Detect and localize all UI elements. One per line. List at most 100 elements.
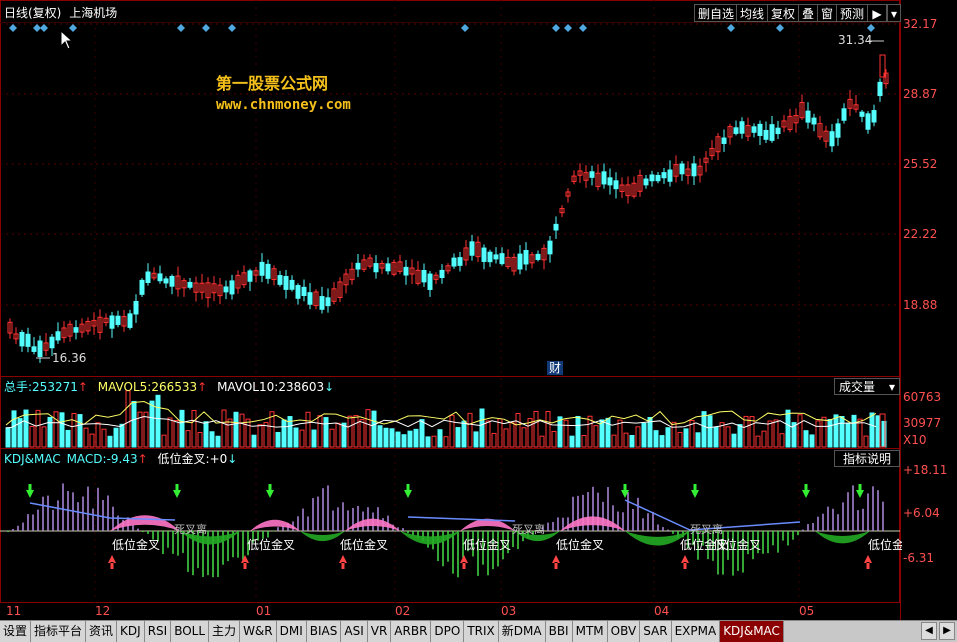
- time-tick: 12: [95, 604, 111, 618]
- indicator-tick: -6.31: [903, 551, 935, 565]
- volume-bar: [281, 419, 287, 448]
- volume-bar: [47, 416, 53, 448]
- tab-boll[interactable]: BOLL: [171, 621, 210, 642]
- candlestick: [775, 127, 781, 135]
- volume-bar: [299, 429, 305, 448]
- candlestick: [373, 263, 379, 273]
- volume-bar: [101, 428, 107, 448]
- candlestick: [481, 247, 487, 262]
- tab-dmi[interactable]: DMI: [276, 621, 307, 642]
- tab-bbi[interactable]: BBI: [545, 621, 573, 642]
- tab-sar[interactable]: SAR: [640, 621, 672, 642]
- scroll-left-icon[interactable]: ◀: [921, 622, 937, 640]
- overlay-button[interactable]: 叠: [798, 4, 819, 22]
- mavol5-value: 266533: [151, 380, 198, 394]
- event-marker-icon: [177, 24, 185, 32]
- tab-kdj[interactable]: KDJ: [117, 621, 145, 642]
- tab-news[interactable]: 资讯: [86, 621, 118, 642]
- volume-bar: [701, 411, 707, 448]
- chevron-down-icon: ▾: [888, 380, 895, 394]
- volume-bar: [443, 436, 449, 448]
- tab-settings[interactable]: 设置: [0, 621, 32, 642]
- ma-line-button[interactable]: 均线: [736, 4, 769, 22]
- fuquan-button[interactable]: 复权: [767, 4, 800, 22]
- candlestick: [547, 240, 553, 255]
- tab-mtm[interactable]: MTM: [572, 621, 608, 642]
- tab-kdj-mac[interactable]: KDJ&MAC: [720, 621, 784, 642]
- scroll-right-icon[interactable]: ▶: [939, 622, 955, 640]
- play-icon[interactable]: ▶: [867, 4, 887, 22]
- volume-bar: [311, 429, 317, 448]
- volume-bar: [209, 431, 215, 448]
- price-tick: 18.88: [903, 298, 938, 312]
- candlestick: [403, 266, 409, 276]
- tab-arbr[interactable]: ARBR: [391, 621, 432, 642]
- volume-tick: 60763: [903, 390, 942, 404]
- event-marker-icon: [202, 24, 210, 32]
- volume-bar: [317, 415, 323, 448]
- chart-title: 日线(复权) 上海机场: [4, 6, 117, 20]
- up-arrow-icon: ↑: [137, 452, 148, 466]
- price-tick: 25.52: [903, 157, 938, 171]
- news-marker[interactable]: 财: [547, 361, 564, 375]
- tab-dpo[interactable]: DPO: [431, 621, 465, 642]
- tab-asi[interactable]: ASI: [341, 621, 368, 642]
- volume-indicator-select[interactable]: 成交量 ▾: [834, 378, 900, 395]
- tab-new-dma[interactable]: 新DMA: [498, 621, 546, 642]
- volume-tick: 30977: [903, 416, 942, 430]
- death-cross-arrow-icon: [856, 484, 864, 498]
- volume-bar: [11, 410, 17, 448]
- volume-bar: [179, 409, 185, 448]
- chart-canvas[interactable]: [0, 0, 957, 620]
- forecast-button[interactable]: 预测: [836, 4, 869, 22]
- volume-bar: [803, 430, 809, 448]
- candlestick: [133, 300, 139, 315]
- death-cross-arrow-icon: [26, 484, 34, 498]
- price-tick: 28.87: [903, 87, 938, 101]
- volume-bar: [221, 409, 227, 448]
- candlestick: [265, 263, 271, 279]
- kdj-band: [815, 531, 870, 544]
- golden-cross-label: 低位金叉: [868, 538, 902, 552]
- volume-bar: [575, 415, 581, 448]
- candlestick: [769, 124, 775, 141]
- volume-bar: [89, 433, 95, 448]
- event-marker-icon: [579, 24, 587, 32]
- volume-bar: [59, 412, 65, 448]
- candlestick: [553, 223, 559, 231]
- tab-main-force[interactable]: 主力: [209, 621, 241, 642]
- candlestick: [289, 279, 295, 290]
- candlestick: [115, 315, 121, 326]
- candlestick: [163, 278, 169, 284]
- golden-cross-arrow-icon: [241, 555, 249, 569]
- tab-rsi[interactable]: RSI: [144, 621, 172, 642]
- volume-bar: [509, 422, 515, 448]
- volume-bar: [785, 409, 791, 448]
- volume-bar: [479, 408, 485, 448]
- volume-bar: [827, 419, 833, 448]
- candlestick: [865, 113, 871, 130]
- mavol5-label: MAVOL5:: [97, 380, 152, 394]
- tab-bias[interactable]: BIAS: [306, 621, 342, 642]
- volume-bar: [617, 419, 623, 448]
- tab-vr[interactable]: VR: [367, 621, 392, 642]
- tab-expma[interactable]: EXPMA: [671, 621, 721, 642]
- indicator-explain-button[interactable]: 指标说明: [834, 450, 900, 467]
- candlestick: [517, 253, 523, 270]
- volume-bar: [29, 425, 35, 448]
- volume-bar: [167, 417, 173, 448]
- tab-obv[interactable]: OBV: [607, 621, 641, 642]
- indicator-header: KDJ&MAC MACD:-9.43↑ 低位金叉:+0↓: [4, 452, 237, 466]
- volume-bar: [521, 427, 527, 448]
- indicator-tab-bar: 设置 指标平台 资讯 KDJ RSI BOLL 主力 W&R DMI BIAS …: [0, 620, 957, 642]
- tab-indicator-platform[interactable]: 指标平台: [31, 621, 87, 642]
- stock-name: 上海机场: [69, 6, 118, 20]
- dropdown-icon[interactable]: ▾: [887, 4, 901, 22]
- tab-trix[interactable]: TRIX: [464, 621, 499, 642]
- remove-watchlist-button[interactable]: 删自选: [694, 4, 739, 22]
- tab-wr[interactable]: W&R: [240, 621, 277, 642]
- window-button[interactable]: 窗: [817, 4, 838, 22]
- macd-value: -9.43: [106, 452, 138, 466]
- macd-label: MACD:: [66, 452, 107, 466]
- volume-bar: [641, 422, 647, 448]
